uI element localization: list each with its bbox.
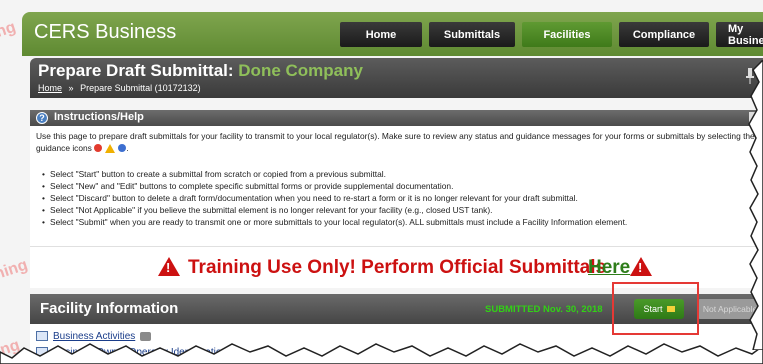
page-title-prefix: Prepare Draft Submittal: (38, 61, 234, 80)
breadcrumb: Home » Prepare Submittal (10172132) (38, 83, 201, 93)
instructions-list: Select "Start" button to create a submit… (42, 168, 758, 228)
facility-info-title: Facility Information (40, 300, 179, 317)
instructions-header[interactable]: ? Instructions/Help (30, 110, 763, 126)
list-item: Select "New" and "Edit" buttons to compl… (42, 180, 758, 192)
instructions-body: Use this page to prepare draft submittal… (30, 126, 763, 246)
breadcrumb-separator: » (68, 83, 74, 93)
breadcrumb-home-link[interactable]: Home (38, 83, 62, 93)
highlight-box (612, 282, 699, 335)
nav-facilities[interactable]: Facilities (522, 22, 612, 47)
nav-compliance[interactable]: Compliance (619, 22, 709, 47)
breadcrumb-current: Prepare Submittal (10172132) (80, 83, 201, 93)
torn-edge-right (748, 60, 763, 350)
instructions-intro: Use this page to prepare draft submittal… (36, 131, 755, 154)
submission-status: SUBMITTED Nov. 30, 2018 (485, 304, 603, 315)
main-nav: Home Submittals Facilities Compliance My… (340, 22, 763, 47)
company-name: Done Company (238, 61, 363, 80)
list-item: Select "Not Applicable" if you believe t… (42, 204, 758, 216)
warning-icon (158, 257, 180, 276)
nav-my-business[interactable]: My Business (716, 22, 763, 47)
guidance-icons (94, 144, 127, 154)
cers-page: ing ining ing CERS Business Home Submitt… (0, 0, 763, 364)
help-icon: ? (36, 112, 48, 124)
list-item: Select "Submit" when you are ready to tr… (42, 216, 758, 228)
instructions-intro-text: Use this page to prepare draft submittal… (36, 131, 755, 153)
training-watermark: ining (0, 256, 30, 285)
training-text: Training Use Only! Perform Official Subm… (188, 257, 607, 278)
training-watermark: ing (0, 18, 18, 43)
info-guidance-icon (118, 144, 127, 153)
page-title-band: Prepare Draft Submittal: Done Company Ho… (30, 58, 763, 98)
list-item: Select "Start" button to create a submit… (42, 168, 758, 180)
torn-edge-bottom (0, 343, 763, 364)
official-submittals-link[interactable]: Here (588, 257, 630, 279)
brand-logo[interactable]: CERS Business (34, 21, 176, 44)
list-item: Select "Discard" button to delete a draf… (42, 192, 758, 204)
error-guidance-icon (94, 144, 103, 153)
nav-home[interactable]: Home (340, 22, 422, 47)
top-header: CERS Business Home Submittals Facilities… (22, 12, 763, 56)
warning-icon (630, 257, 652, 276)
page-title: Prepare Draft Submittal: Done Company (38, 61, 363, 81)
instructions-title: Instructions/Help (54, 111, 144, 123)
nav-submittals[interactable]: Submittals (429, 22, 515, 47)
warning-guidance-icon (105, 144, 116, 154)
